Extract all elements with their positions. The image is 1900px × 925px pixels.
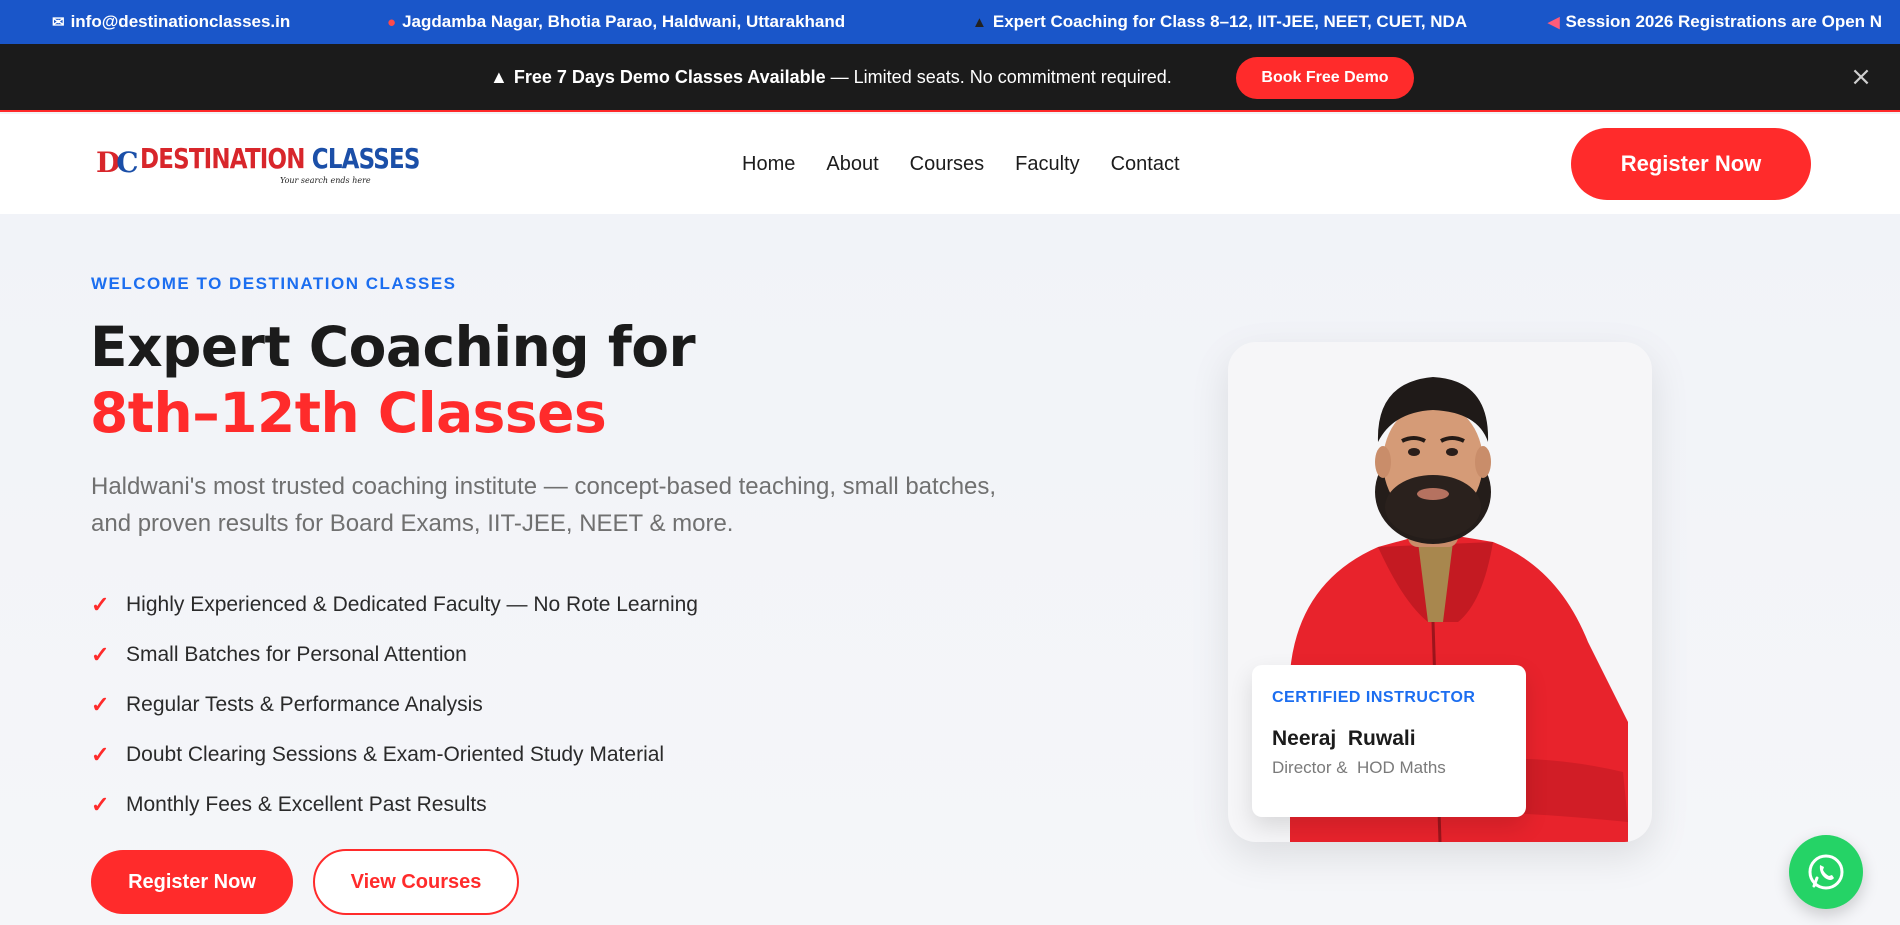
announcement-ticker: ✉ info@destinationclasses.in ● Jagdamba Na… [0,0,1900,44]
hero-eyebrow: WELCOME TO DESTINATION CLASSES [91,274,457,293]
megaphone-icon: ◀ [1548,14,1560,31]
mail-icon: ✉ [52,14,65,31]
map-pin-icon: ● [387,14,397,31]
logo[interactable]: DC DESTINATION CLASSES Your search ends … [96,140,420,190]
instructor-card: CERTIFIED INSTRUCTOR Neeraj Ruwali Direc… [1228,342,1652,842]
feature-list: ✓ Highly Experienced & Dedicated Faculty … [91,580,698,830]
check-icon: ✓ [91,742,110,767]
hero-title: Expert Coaching for 8th–12th Classes [90,314,696,446]
book-free-demo-button[interactable]: Book Free Demo [1236,57,1414,99]
promo-text: ▲ Free 7 Days Demo Classes Available — Li… [490,44,1172,110]
certified-badge: CERTIFIED INSTRUCTOR [1272,689,1476,706]
site-header: DC DESTINATION CLASSES Your search ends … [0,114,1900,214]
nav-courses[interactable]: Courses [910,153,984,176]
check-icon: ✓ [91,792,110,817]
hero-lead: Haldwani's most trusted coaching institu… [91,473,997,537]
ticker-email[interactable]: ✉ info@destinationclasses.in [52,0,290,44]
hero-title-line2: 8th–12th Classes [90,381,607,445]
logo-wordmark: DESTINATION CLASSES [140,142,420,175]
feature-item: ✓ Monthly Fees & Excellent Past Results [91,792,487,817]
instructor-info: CERTIFIED INSTRUCTOR Neeraj Ruwali Direc… [1252,665,1526,817]
nav-faculty[interactable]: Faculty [1015,153,1079,176]
nav-about[interactable]: About [826,153,878,176]
ticker-address: ● Jagdamba Nagar, Bhotia Parao, Haldwani,… [387,0,845,44]
instructor-name: Neeraj Ruwali [1272,727,1416,750]
feature-item: ✓ Highly Experienced & Dedicated Faculty … [91,592,698,617]
hero-section: WELCOME TO DESTINATION CLASSES Expert Co… [0,214,1900,925]
promo-subtext: — Limited seats. No commitment required. [825,67,1172,87]
nav-home[interactable]: Home [742,153,795,176]
promo-headline: Free 7 Days Demo Classes Available [513,67,826,87]
promo-bar: ▲ Free 7 Days Demo Classes Available — Li… [0,44,1900,112]
graduation-cap-icon: ▲ [490,67,508,87]
main-nav: Home About Courses Faculty Contact [742,114,1180,214]
feature-item: ✓ Doubt Clearing Sessions & Exam-Oriented… [91,742,665,767]
check-icon: ✓ [91,642,110,667]
close-icon[interactable]: × [1848,64,1874,90]
check-icon: ✓ [91,592,110,617]
hero-register-button[interactable]: Register Now [91,850,293,914]
ticker-coaching: ▲ Expert Coaching for Class 8–12, IIT-JEE… [972,0,1467,44]
view-courses-button[interactable]: View Courses [313,849,519,915]
ticker-session: ◀ Session 2026 Registrations are Open N [1548,0,1882,44]
nav-contact[interactable]: Contact [1111,153,1180,176]
whatsapp-icon [1808,854,1844,890]
whatsapp-button[interactable] [1789,835,1863,909]
check-icon: ✓ [91,692,110,717]
logo-mark: DC [96,146,139,179]
feature-item: ✓ Small Batches for Personal Attention [91,642,467,667]
hero-title-line1: Expert Coaching for [90,315,696,379]
header-register-button[interactable]: Register Now [1571,128,1811,200]
instructor-role: Director & HOD Maths [1272,758,1446,777]
feature-item: ✓ Regular Tests & Performance Analysis [91,692,483,717]
graduation-cap-icon: ▲ [972,14,987,31]
logo-tagline: Your search ends here [280,176,371,185]
